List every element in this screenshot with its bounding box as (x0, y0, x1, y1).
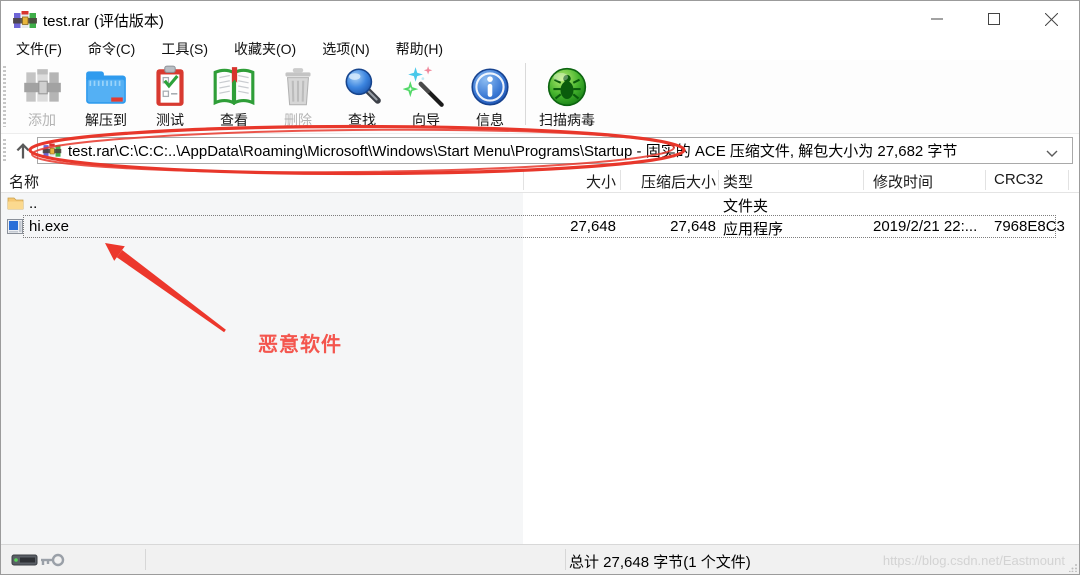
maximize-button[interactable] (971, 1, 1017, 37)
toolbar-gripper (3, 66, 6, 127)
menu-commands[interactable]: 命令(C) (75, 37, 148, 61)
winrar-window: test.rar (评估版本) 文件(F) 命令(C) 工具(S) 收藏夹(O)… (0, 0, 1080, 575)
column-name[interactable]: 名称 (9, 171, 39, 192)
delete-label: 删除 (266, 110, 330, 130)
list-item-hi-exe[interactable]: hi.exe 27,648 27,648 应用程序 2019/2/21 22:.… (1, 216, 1079, 238)
total-size-text: 总计 27,648 字节(1 个文件) (569, 551, 751, 572)
window-title: test.rar (评估版本) (43, 10, 164, 31)
archive-path-text: test.rar\C:\C:C:..\AppData\Roaming\Micro… (68, 140, 957, 161)
address-row: test.rar\C:\C:C:..\AppData\Roaming\Micro… (1, 134, 1079, 168)
winrar-logo-icon (13, 9, 37, 31)
item-name: hi.exe (29, 218, 69, 235)
column-separator[interactable] (620, 170, 621, 190)
toolbar: 添加 解压到 (1, 60, 1079, 134)
statusbar: 总计 27,648 字节(1 个文件) https://blog.csdn.ne… (1, 544, 1079, 574)
wizard-icon (403, 64, 449, 110)
wizard-button[interactable]: 向导 (394, 60, 458, 130)
column-separator[interactable] (1068, 170, 1069, 190)
key-icon[interactable] (39, 551, 65, 569)
info-label: 信息 (458, 110, 522, 130)
folder-icon (7, 196, 24, 210)
archive-icon (42, 142, 62, 159)
titlebar: test.rar (评估版本) (1, 1, 1079, 37)
column-separator[interactable] (863, 170, 864, 190)
column-crc32[interactable]: CRC32 (994, 171, 1043, 188)
menu-favorites[interactable]: 收藏夹(O) (221, 37, 309, 61)
test-icon (147, 64, 193, 110)
column-modified[interactable]: 修改时间 (873, 171, 933, 192)
column-separator[interactable] (523, 170, 524, 190)
delete-icon (275, 64, 321, 110)
item-name: .. (29, 195, 37, 212)
extract-to-icon (83, 64, 129, 110)
close-icon (1045, 13, 1058, 26)
chevron-down-icon[interactable] (1046, 150, 1058, 158)
column-separator[interactable] (985, 170, 986, 190)
column-type[interactable]: 类型 (723, 171, 753, 192)
address-gripper (3, 139, 6, 163)
column-packed[interactable]: 压缩后大小 (621, 171, 716, 192)
item-packed-size: 27,648 (621, 218, 716, 235)
address-bar[interactable]: test.rar\C:\C:C:..\AppData\Roaming\Micro… (37, 137, 1073, 164)
malware-annotation-label: 恶意软件 (258, 328, 342, 357)
view-label: 查看 (202, 110, 266, 130)
menu-help[interactable]: 帮助(H) (383, 37, 456, 61)
item-size: 27,648 (524, 218, 616, 235)
list-header: 名称 大小 压缩后大小 类型 修改时间 CRC32 (1, 168, 1079, 193)
add-button[interactable]: 添加 (10, 60, 74, 130)
resize-grip-icon[interactable] (1069, 564, 1077, 572)
item-modified: 2019/2/21 22:... (873, 218, 977, 235)
test-button[interactable]: 测试 (138, 60, 202, 130)
view-icon (211, 64, 257, 110)
find-icon (339, 64, 385, 110)
test-label: 测试 (138, 110, 202, 130)
item-type: 应用程序 (723, 218, 783, 239)
list-item-parent-dir[interactable]: .. 文件夹 (1, 193, 1079, 215)
menu-file[interactable]: 文件(F) (3, 37, 75, 61)
statusbar-separator (145, 549, 146, 570)
info-button[interactable]: 信息 (458, 60, 522, 130)
menu-options[interactable]: 选项(N) (309, 37, 382, 61)
info-icon (467, 64, 513, 110)
delete-button[interactable]: 删除 (266, 60, 330, 130)
extract-to-label: 解压到 (74, 110, 138, 130)
item-crc32: 7968E8C3 (994, 218, 1065, 235)
scan-virus-icon (544, 64, 590, 110)
up-one-level-icon[interactable] (13, 141, 33, 161)
menubar: 文件(F) 命令(C) 工具(S) 收藏夹(O) 选项(N) 帮助(H) (1, 37, 1079, 60)
view-button[interactable]: 查看 (202, 60, 266, 130)
minimize-button[interactable] (914, 1, 960, 37)
menu-tools[interactable]: 工具(S) (148, 37, 221, 61)
drive-icon[interactable] (11, 552, 38, 568)
file-list: .. 文件夹 hi.exe 27,648 27,648 应用程序 2019/2/… (1, 193, 1079, 546)
column-size[interactable]: 大小 (524, 171, 616, 192)
find-label: 查找 (330, 110, 394, 130)
maximize-icon (988, 13, 1000, 25)
wizard-label: 向导 (394, 110, 458, 130)
add-archive-icon (19, 64, 65, 110)
find-button[interactable]: 查找 (330, 60, 394, 130)
extract-to-button[interactable]: 解压到 (74, 60, 138, 130)
item-type: 文件夹 (723, 195, 768, 216)
application-icon (7, 219, 23, 234)
toolbar-divider (525, 63, 526, 125)
column-separator[interactable] (718, 170, 719, 190)
add-label: 添加 (10, 110, 74, 130)
minimize-icon (931, 13, 943, 25)
scan-virus-button[interactable]: 扫描病毒 (529, 60, 605, 130)
statusbar-separator (565, 549, 566, 570)
watermark-text: https://blog.csdn.net/Eastmount (883, 553, 1065, 568)
close-button[interactable] (1028, 1, 1074, 37)
scan-virus-label: 扫描病毒 (529, 110, 605, 130)
